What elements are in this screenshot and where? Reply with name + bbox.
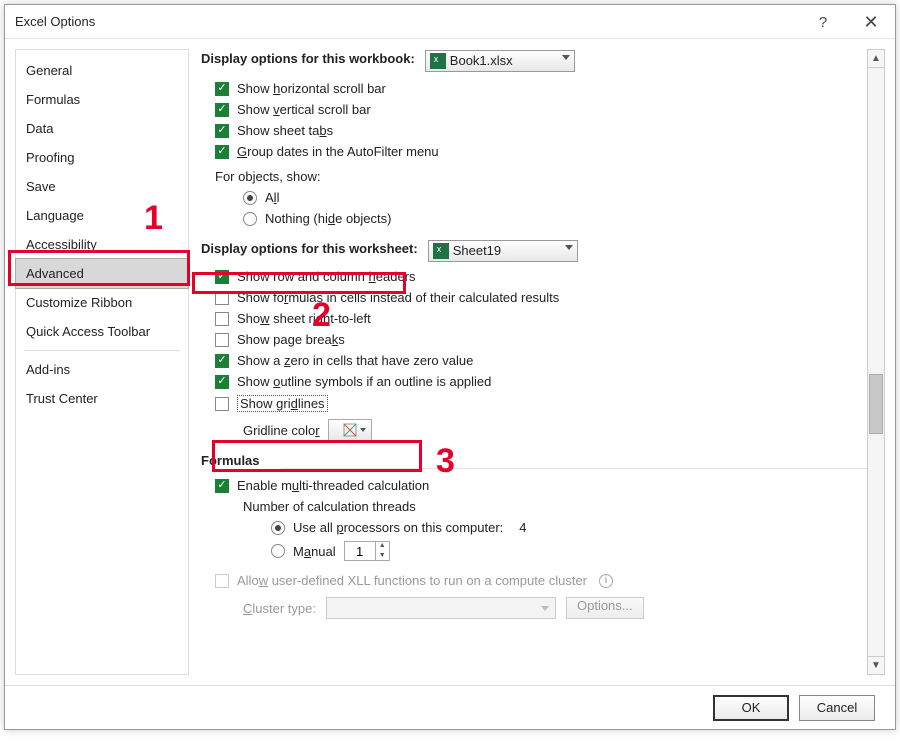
- gridline-color-button[interactable]: [328, 419, 372, 441]
- info-icon[interactable]: i: [599, 574, 613, 588]
- label-cluster-type: Cluster type:: [243, 601, 316, 616]
- checkbox-zero-values[interactable]: [215, 354, 229, 368]
- label-objects-nothing: Nothing (hide objects): [265, 211, 391, 226]
- sidebar-item-proofing[interactable]: Proofing: [16, 143, 188, 172]
- checkbox-sheet-rtl[interactable]: [215, 312, 229, 326]
- dialog-footer: OK Cancel: [5, 685, 895, 729]
- worksheet-dropdown[interactable]: Sheet19: [428, 240, 578, 262]
- sidebar-item-formulas[interactable]: Formulas: [16, 85, 188, 114]
- scroll-down-arrow[interactable]: ▼: [868, 656, 884, 674]
- label-group-dates: Group dates in the AutoFilter menu: [237, 144, 439, 159]
- checkbox-sheet-tabs[interactable]: [215, 124, 229, 138]
- section-header-workbook: Display options for this workbook:: [201, 49, 415, 72]
- manual-thread-input[interactable]: [345, 543, 375, 560]
- label-objects-all: All: [265, 190, 279, 205]
- sidebar-item-trust-center[interactable]: Trust Center: [16, 384, 188, 413]
- section-header-formulas: Formulas: [201, 451, 260, 474]
- checkbox-multithread[interactable]: [215, 479, 229, 493]
- scroll-track[interactable]: [868, 68, 884, 656]
- vertical-scrollbar[interactable]: ▲ ▼: [867, 49, 885, 675]
- label-show-gridlines: Show gridlines: [237, 395, 328, 412]
- checkbox-allow-xll: [215, 574, 229, 588]
- radio-manual-threads[interactable]: [271, 544, 285, 558]
- category-sidebar: General Formulas Data Proofing Save Lang…: [15, 49, 189, 675]
- cancel-button[interactable]: Cancel: [799, 695, 875, 721]
- chevron-down-icon: [562, 55, 570, 60]
- label-allow-xll: Allow user-defined XLL functions to run …: [237, 573, 587, 588]
- checkbox-hscroll[interactable]: [215, 82, 229, 96]
- section-header-worksheet: Display options for this worksheet:: [201, 239, 418, 262]
- options-content: Display options for this workbook: Book1…: [201, 49, 885, 675]
- checkbox-group-dates[interactable]: [215, 145, 229, 159]
- sidebar-item-advanced[interactable]: Advanced: [15, 258, 189, 289]
- checkbox-show-formulas[interactable]: [215, 291, 229, 305]
- color-swatch-icon: [343, 423, 357, 437]
- ok-button[interactable]: OK: [713, 695, 789, 721]
- label-row-col-headers: Show row and column headers: [237, 269, 416, 284]
- sidebar-item-general[interactable]: General: [16, 56, 188, 85]
- cluster-type-dropdown: [326, 597, 556, 619]
- sidebar-item-customize-ribbon[interactable]: Customize Ribbon: [16, 288, 188, 317]
- label-outline-symbols: Show outline symbols if an outline is ap…: [237, 374, 491, 389]
- close-button[interactable]: ✕: [847, 5, 895, 39]
- label-multithread: Enable multi-threaded calculation: [237, 478, 429, 493]
- help-button[interactable]: ?: [799, 5, 847, 39]
- excel-file-icon: [430, 53, 446, 69]
- label-zero-values: Show a zero in cells that have zero valu…: [237, 353, 473, 368]
- titlebar: Excel Options ? ✕: [5, 5, 895, 39]
- sidebar-separator: [24, 350, 180, 351]
- sidebar-item-save[interactable]: Save: [16, 172, 188, 201]
- radio-objects-nothing[interactable]: [243, 212, 257, 226]
- checkbox-page-breaks[interactable]: [215, 333, 229, 347]
- label-sheet-tabs: Show sheet tabs: [237, 123, 333, 138]
- label-show-formulas: Show formulas in cells instead of their …: [237, 290, 559, 305]
- processor-count: 4: [519, 520, 526, 535]
- label-page-breaks: Show page breaks: [237, 332, 345, 347]
- label-manual: Manual: [293, 544, 336, 559]
- chevron-down-icon: [565, 245, 573, 250]
- cluster-options-button: Options...: [566, 597, 644, 619]
- checkbox-vscroll[interactable]: [215, 103, 229, 117]
- label-sheet-rtl: Show sheet right-to-left: [237, 311, 371, 326]
- sidebar-item-accessibility[interactable]: Accessibility: [16, 230, 188, 259]
- sidebar-item-add-ins[interactable]: Add-ins: [16, 355, 188, 384]
- sidebar-item-quick-access-toolbar[interactable]: Quick Access Toolbar: [16, 317, 188, 346]
- workbook-dropdown-value: Book1.xlsx: [450, 53, 513, 68]
- section-divider: [281, 468, 885, 469]
- radio-objects-all[interactable]: [243, 191, 257, 205]
- label-thread-count: Number of calculation threads: [243, 499, 416, 514]
- worksheet-dropdown-value: Sheet19: [453, 243, 501, 258]
- workbook-dropdown[interactable]: Book1.xlsx: [425, 50, 575, 72]
- checkbox-row-col-headers[interactable]: [215, 270, 229, 284]
- sidebar-item-language[interactable]: Language: [16, 201, 188, 230]
- label-vscroll: Show vertical scroll bar: [237, 102, 371, 117]
- excel-sheet-icon: [433, 243, 449, 259]
- label-use-all-processors: Use all processors on this computer:: [293, 520, 503, 535]
- window-title: Excel Options: [15, 14, 95, 29]
- radio-use-all-processors[interactable]: [271, 521, 285, 535]
- checkbox-outline-symbols[interactable]: [215, 375, 229, 389]
- scroll-thumb[interactable]: [869, 374, 883, 434]
- sidebar-item-data[interactable]: Data: [16, 114, 188, 143]
- manual-spinner[interactable]: ▲▼: [344, 541, 390, 561]
- label-gridline-color: Gridline color: [243, 423, 320, 438]
- scroll-up-arrow[interactable]: ▲: [868, 50, 884, 68]
- label-for-objects: For objects, show:: [215, 169, 321, 184]
- checkbox-show-gridlines[interactable]: [215, 397, 229, 411]
- label-hscroll: Show horizontal scroll bar: [237, 81, 386, 96]
